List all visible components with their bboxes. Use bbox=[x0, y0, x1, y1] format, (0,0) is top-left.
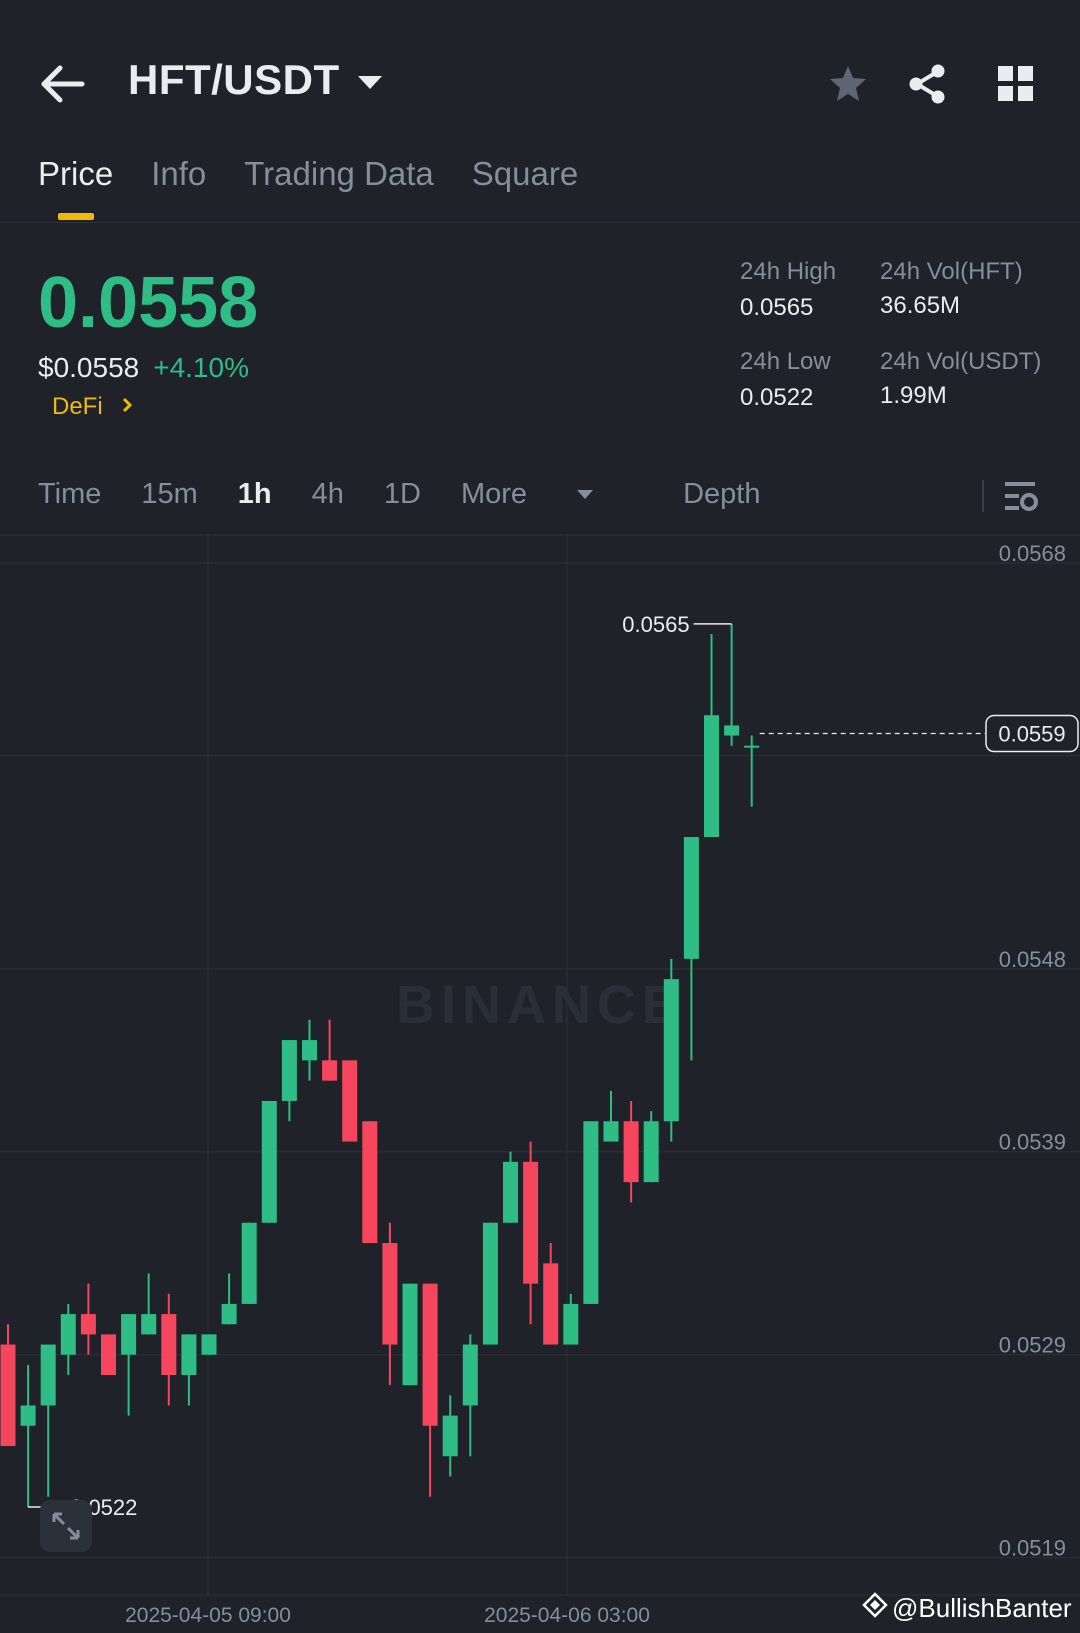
candle-body bbox=[181, 1334, 197, 1375]
candle-body bbox=[462, 1344, 478, 1406]
price-change: +4.10% bbox=[153, 352, 249, 383]
more-label: More bbox=[460, 478, 528, 510]
interval-bar: Time 15m 1h 4h 1D More Depth bbox=[38, 478, 800, 511]
candle-body bbox=[322, 1060, 338, 1081]
low-label: 24h Low bbox=[740, 348, 831, 375]
candlestick-chart: 0.0568 0.0548 0.0539 0.0529 0.0519 2025-04-05… bbox=[0, 533, 1080, 1627]
candle-body bbox=[342, 1060, 358, 1142]
candle-body bbox=[60, 1314, 76, 1355]
last-price: 0.0558 bbox=[38, 263, 259, 343]
chevron-right-icon bbox=[121, 393, 135, 424]
candle-body bbox=[422, 1283, 438, 1426]
candle-body bbox=[643, 1121, 659, 1183]
vol-base-value: 36.65M bbox=[880, 292, 961, 319]
candle-body bbox=[0, 1344, 16, 1447]
candle-body bbox=[121, 1314, 137, 1355]
candle-body bbox=[141, 1314, 157, 1335]
candle-body bbox=[683, 837, 699, 959]
candle-body bbox=[201, 1334, 217, 1355]
candle-body bbox=[663, 979, 679, 1122]
depth-tab[interactable]: Depth bbox=[683, 478, 760, 511]
candle-body bbox=[603, 1121, 619, 1142]
candle-body bbox=[302, 1040, 317, 1061]
current-price-label: 0.0559 bbox=[998, 722, 1065, 747]
candle-body bbox=[704, 715, 719, 838]
pair-title: HFT/USDT bbox=[128, 56, 340, 103]
y-tick-label: 0.0529 bbox=[999, 1333, 1066, 1358]
usd-price: $0.0558 bbox=[38, 352, 140, 383]
main-tabs: Price Info Trading Data Square bbox=[38, 155, 578, 220]
y-tick-label: 0.0519 bbox=[999, 1536, 1066, 1561]
star-icon[interactable] bbox=[826, 62, 870, 106]
tabs-divider bbox=[0, 222, 1080, 223]
candle-body bbox=[623, 1121, 639, 1183]
tab-trading-data[interactable]: Trading Data bbox=[244, 155, 434, 193]
diamond-logo-icon bbox=[862, 1592, 888, 1625]
high-label: 24h High bbox=[740, 258, 837, 285]
candle-body bbox=[20, 1405, 36, 1426]
tab-square[interactable]: Square bbox=[472, 155, 578, 193]
back-arrow-icon[interactable] bbox=[36, 58, 92, 110]
candle-body bbox=[382, 1243, 398, 1345]
price-chart[interactable]: 0.0568 0.0548 0.0539 0.0529 0.0519 2025-04-05… bbox=[0, 533, 1080, 1633]
grid-icon[interactable] bbox=[994, 62, 1038, 106]
high-value: 0.0565 bbox=[740, 294, 814, 321]
y-tick-label: 0.0539 bbox=[999, 1130, 1066, 1155]
interval-1h[interactable]: 1h bbox=[238, 478, 272, 511]
candle-body bbox=[80, 1314, 96, 1335]
candle-body bbox=[261, 1100, 277, 1223]
tab-price[interactable]: Price bbox=[38, 155, 113, 220]
y-tick-label: 0.0548 bbox=[999, 947, 1066, 972]
credit-text: @BullishBanter bbox=[892, 1593, 1072, 1623]
pair-selector[interactable]: HFT/USDT bbox=[128, 56, 382, 104]
binance-watermark: BINANCE bbox=[396, 975, 684, 1035]
y-tick-label: 0.0568 bbox=[999, 541, 1066, 566]
interval-time[interactable]: Time bbox=[38, 478, 101, 511]
caret-down-icon bbox=[577, 490, 594, 499]
candle-body bbox=[442, 1415, 458, 1457]
candle-body bbox=[402, 1283, 418, 1386]
vol-quote-label: 24h Vol(USDT) bbox=[880, 348, 1042, 375]
low-value: 0.0522 bbox=[740, 384, 814, 411]
candle-body bbox=[241, 1222, 257, 1304]
max-price-label: 0.0565 bbox=[622, 612, 689, 637]
tab-info[interactable]: Info bbox=[151, 155, 206, 193]
top-bar: HFT/USDT bbox=[0, 0, 1080, 150]
sector-label: DeFi bbox=[52, 393, 103, 420]
chart-settings-icon[interactable] bbox=[1002, 478, 1042, 514]
candle-body bbox=[744, 745, 760, 748]
sector-link[interactable]: DeFi bbox=[52, 393, 135, 424]
interval-4h[interactable]: 4h bbox=[312, 478, 344, 511]
interval-more[interactable]: More bbox=[461, 478, 633, 511]
candle-body bbox=[583, 1121, 599, 1304]
candle-body bbox=[482, 1222, 498, 1345]
x-tick-label: 2025-04-06 03:00 bbox=[484, 1604, 650, 1627]
candle-body bbox=[503, 1161, 518, 1223]
candle-body bbox=[40, 1344, 56, 1406]
candle-body bbox=[362, 1121, 378, 1244]
share-icon[interactable] bbox=[906, 62, 950, 106]
vol-quote-value: 1.99M bbox=[880, 382, 947, 409]
x-tick-label: 2025-04-05 09:00 bbox=[125, 1604, 291, 1627]
candle-body bbox=[563, 1303, 579, 1345]
candle-body bbox=[101, 1334, 116, 1375]
expand-icon[interactable] bbox=[40, 1500, 92, 1552]
interval-15m[interactable]: 15m bbox=[141, 478, 197, 511]
candle-body bbox=[543, 1263, 559, 1345]
candle-body bbox=[161, 1314, 177, 1375]
toolbar-divider bbox=[982, 480, 984, 512]
chevron-down-icon bbox=[357, 75, 382, 89]
candle-body bbox=[724, 725, 740, 736]
candle-body bbox=[281, 1040, 297, 1101]
usd-price-row: $0.0558 +4.10% bbox=[38, 352, 249, 384]
candle-body bbox=[221, 1303, 237, 1325]
vol-base-label: 24h Vol(HFT) bbox=[880, 258, 1023, 285]
interval-1d[interactable]: 1D bbox=[384, 478, 421, 511]
watermark-credit: @BullishBanter bbox=[862, 1592, 1072, 1625]
candle-body bbox=[523, 1161, 539, 1284]
